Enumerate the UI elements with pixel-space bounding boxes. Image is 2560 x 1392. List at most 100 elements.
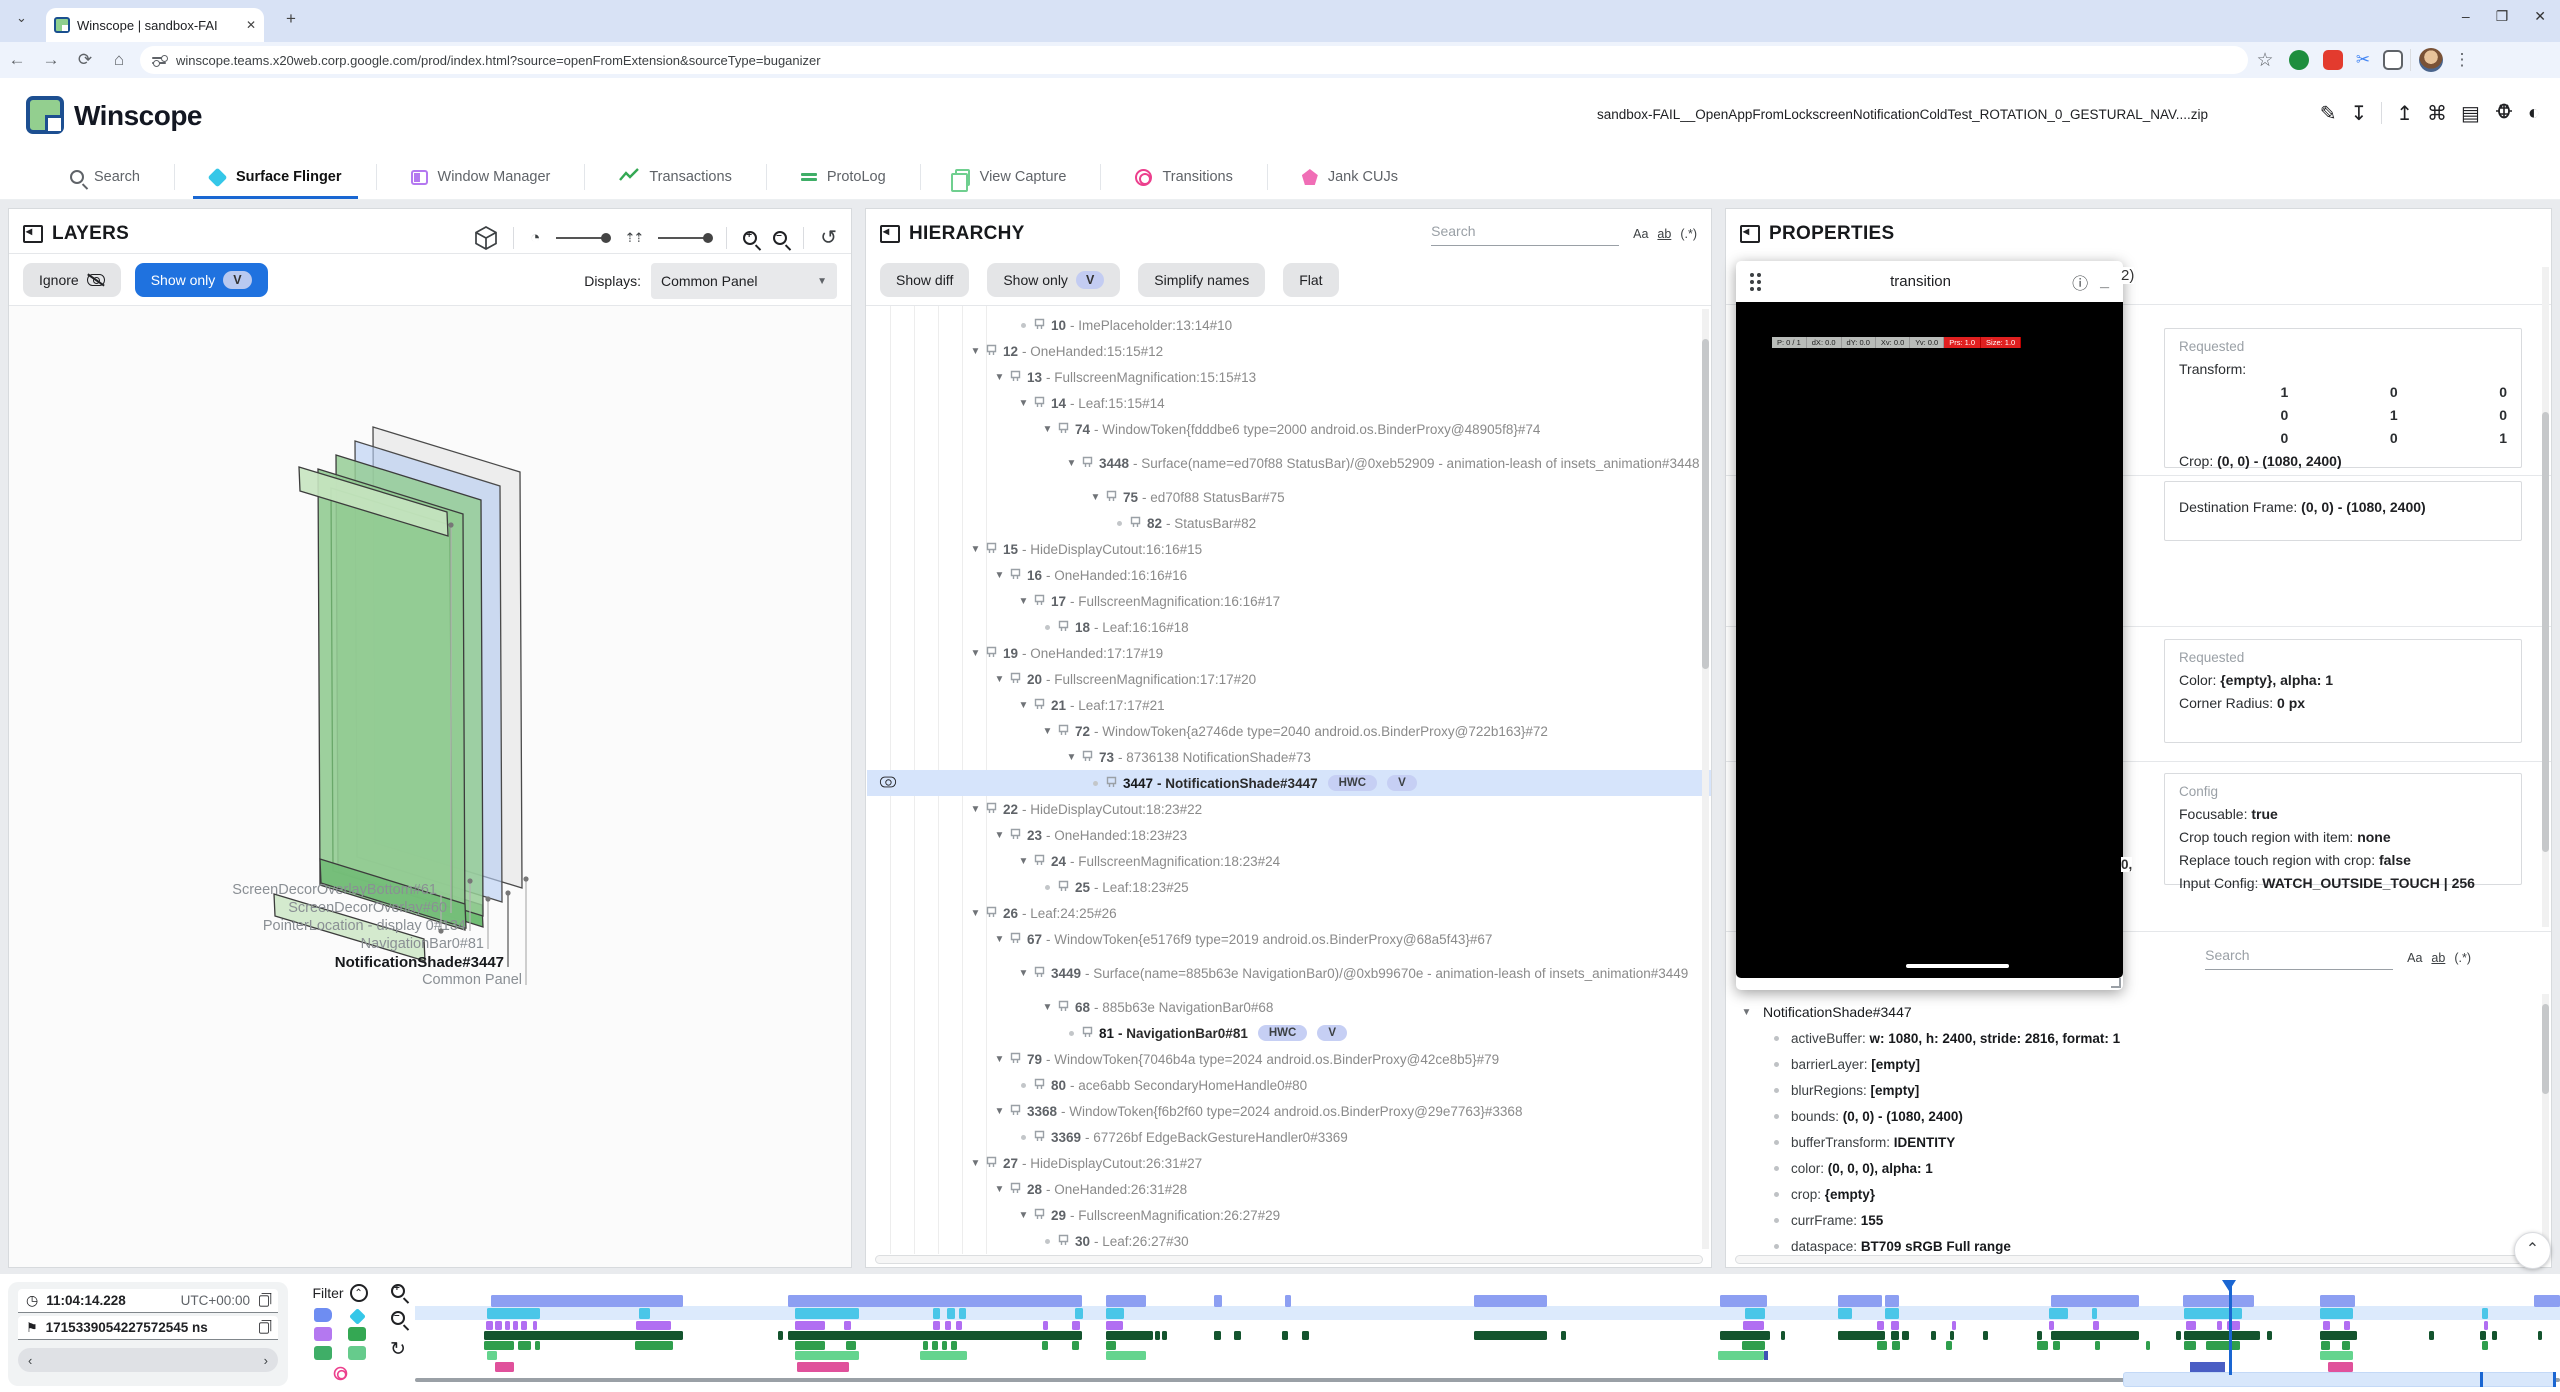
trace-segment-screen-recording[interactable] [1838,1295,1882,1307]
tab-surface-flinger[interactable]: Surface Flinger [175,155,376,199]
expand-arrow-icon[interactable]: ▼ [991,934,1008,945]
back-icon[interactable]: ← [0,50,34,70]
trace-segment-transactions[interactable] [2492,1331,2497,1340]
trace-segment-screen-recording[interactable] [2183,1295,2254,1307]
window-minimize-button[interactable]: – [2462,8,2470,25]
trace-segment-protolog[interactable] [1877,1341,1887,1350]
zoom-out-icon[interactable]: – [391,1311,405,1325]
trace-segment-transactions[interactable] [1234,1331,1241,1340]
brush-selection[interactable] [2123,1372,2556,1387]
trace-segment-surface-flinger[interactable] [2049,1308,2068,1319]
timeline-cursor[interactable] [2229,1283,2232,1375]
trace-segment-surface-flinger[interactable] [1745,1308,1765,1319]
expand-arrow-icon[interactable]: ▼ [1015,856,1032,867]
copy-icon[interactable] [259,1295,269,1306]
trace-segment-protolog[interactable] [1892,1341,1900,1350]
expand-arrow-icon[interactable]: ▼ [991,372,1008,383]
spacing-slider[interactable] [658,237,710,239]
property-dataspace[interactable]: dataspace: BT709 sRGB Full range [1774,1239,2011,1254]
hierarchy-node-80[interactable]: 80- ace6abb SecondaryHomeHandle0#80 [867,1072,1711,1098]
extensions-puzzle-icon[interactable] [2383,50,2403,70]
trace-segment-transactions[interactable] [1106,1331,1153,1340]
trace-segment-transactions[interactable] [1781,1331,1785,1340]
hierarchy-node-15[interactable]: ▼15- HideDisplayCutout:16:16#15 [867,536,1711,562]
trace-segment-transactions[interactable] [1474,1331,1547,1340]
collapse-filter-icon[interactable]: ⌃ [350,1284,368,1302]
trace-segment-window-manager[interactable] [1043,1321,1048,1330]
trace-segment-window-manager[interactable] [1743,1321,1764,1330]
trace-segment-surface-flinger[interactable] [1838,1308,1852,1319]
hierarchy-node-18[interactable]: 18- Leaf:16:16#18 [867,614,1711,640]
hierarchy-node-25[interactable]: 25- Leaf:18:23#25 [867,874,1711,900]
hierarchy-node-67[interactable]: ▼67- WindowToken{e5176f9 type=2019 andro… [867,926,1711,952]
trace-segment-protolog[interactable] [2342,1341,2350,1350]
surface-flinger-icon[interactable] [348,1308,366,1322]
hierarchy-node-22[interactable]: ▼22- HideDisplayCutout:18:23#22 [867,796,1711,822]
trace-segment-window-manager[interactable] [521,1321,527,1330]
trace-segment-transactions[interactable] [2176,1331,2181,1340]
info-icon[interactable]: ⓘ [2072,270,2088,294]
transition-screenshot-card[interactable]: transition ⓘ _ P: 0 / 1dX: 0.0dY: 0.0Xv:… [1736,261,2123,990]
trace-segment-window-manager[interactable] [2323,1321,2330,1330]
layer-label[interactable]: Common Panel [422,972,522,988]
trace-segment-view-capture[interactable] [487,1351,497,1360]
trace-segment-protolog[interactable] [1042,1341,1048,1350]
resize-handle[interactable] [2111,978,2121,988]
trace-segment-window-manager[interactable] [945,1321,951,1330]
transactions-icon[interactable] [348,1327,366,1341]
trace-segment-transactions[interactable] [1891,1331,1899,1340]
tab-window-manager[interactable]: Window Manager [377,155,585,199]
layer-label[interactable]: NavigationBar0#81 [361,936,484,952]
docs-icon[interactable]: ▤ [2461,101,2480,126]
whole-word-icon[interactable]: ab [1657,227,1671,241]
bug-icon[interactable] [2494,100,2514,126]
reset-zoom-icon[interactable]: ↻ [390,1338,406,1361]
edit-icon[interactable]: ✎ [2320,101,2337,126]
collapse-panel-icon[interactable] [1740,225,1760,243]
hierarchy-node-3447[interactable]: 3447- NotificationShade#3447HWCV [867,770,1711,796]
property-crop[interactable]: crop: {empty} [1774,1187,1875,1202]
trace-segment-protolog[interactable] [795,1341,825,1350]
trace-segment-protolog[interactable] [2321,1341,2330,1350]
trace-segment-view-capture[interactable] [795,1351,859,1360]
copy-icon[interactable] [259,1322,269,1333]
transition-card-header[interactable]: transition ⓘ _ [1736,261,2123,302]
download-icon[interactable]: ↧ [2350,101,2367,126]
trace-segment-transactions[interactable] [1720,1331,1770,1340]
tab-close-icon[interactable]: ✕ [246,18,256,32]
trace-segment-window-manager[interactable] [495,1321,502,1330]
shortcuts-icon[interactable]: ⌘ [2427,101,2447,126]
properties-search-input[interactable]: Search [2205,947,2393,970]
hierarchy-show-diff-button[interactable]: Show diff [880,263,969,297]
hierarchy-node-26[interactable]: ▼26- Leaf:24:25#26 [867,900,1711,926]
trace-segment-view-capture[interactable] [920,1351,967,1360]
property-blurRegions[interactable]: blurRegions: [empty] [1774,1083,1919,1098]
trace-segment-window-manager[interactable] [513,1321,518,1330]
tab-search-caret-icon[interactable]: ⌄ [16,10,27,26]
expand-arrow-icon[interactable]: ▼ [967,908,984,919]
trace-segment-protolog[interactable] [2184,1341,2196,1350]
trace-segment-protolog[interactable] [2095,1341,2100,1350]
properties-scrollbar[interactable] [2542,267,2549,927]
trace-segment-screen-recording[interactable] [491,1295,683,1307]
zoom-out-icon[interactable]: – [773,231,787,245]
trace-segment-screen-recording[interactable] [2320,1295,2355,1307]
property-color[interactable]: color: (0, 0, 0), alpha: 1 [1774,1161,1933,1176]
trace-segment-protolog[interactable] [1946,1341,1952,1350]
expand-arrow-icon[interactable]: ▼ [991,1054,1008,1065]
trace-segment-protolog[interactable] [635,1341,673,1350]
hierarchy-node-30[interactable]: 30- Leaf:26:27#30 [867,1228,1711,1254]
trace-segment-window-manager[interactable] [1072,1321,1080,1330]
hierarchy-node-28[interactable]: ▼28- OneHanded:26:31#28 [867,1176,1711,1202]
hierarchy-node-68[interactable]: ▼68- 885b63e NavigationBar0#68 [867,994,1711,1020]
property-tree-root[interactable]: ▼NotificationShade#3447 [1738,1004,1912,1020]
trace-segment-window-manager[interactable] [2049,1321,2054,1330]
trace-segment-transitions[interactable] [2328,1362,2353,1372]
url-bar[interactable]: winscope.teams.x20web.corp.google.com/pr… [140,46,2248,74]
property-activeBuffer[interactable]: activeBuffer: w: 1080, h: 2400, stride: … [1774,1031,2120,1046]
trace-segment-window-manager[interactable] [2344,1321,2350,1330]
property-barrierLayer[interactable]: barrierLayer: [empty] [1774,1057,1920,1072]
expand-arrow-icon[interactable]: ▼ [1039,1002,1056,1013]
expand-arrow-icon[interactable]: ▼ [1015,596,1032,607]
properties-hscrollbar[interactable] [1735,1255,2541,1264]
